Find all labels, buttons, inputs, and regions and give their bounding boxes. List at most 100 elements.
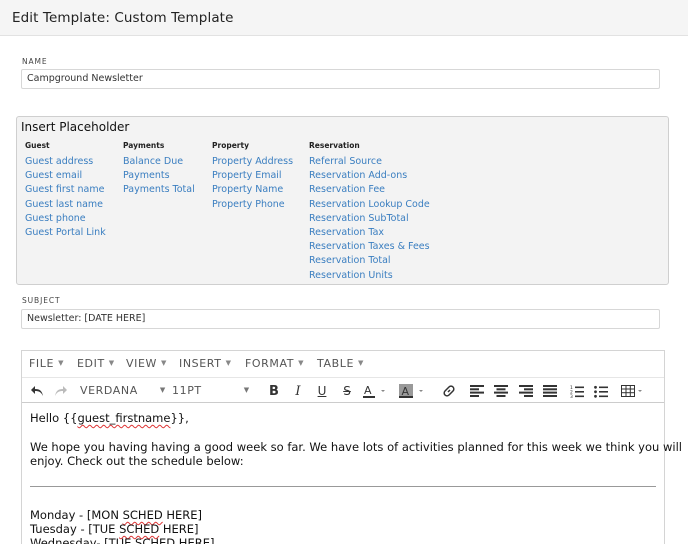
align-left-icon[interactable] [468, 382, 486, 400]
placeholder-column-guest: Guest Guest address Guest email Guest fi… [25, 141, 106, 240]
italic-icon[interactable]: I [289, 382, 307, 400]
schedule-line-monday: Monday - [MON SCHED HERE] [30, 508, 202, 522]
chevron-down-icon: ▼ [298, 359, 305, 367]
page-title: Edit Template: Custom Template [12, 10, 234, 26]
placeholder-property-address[interactable]: Property Address [212, 155, 293, 169]
placeholder-guest-portal-link[interactable]: Guest Portal Link [25, 226, 106, 240]
placeholder-property-name[interactable]: Property Name [212, 183, 293, 197]
placeholder-column-heading: Reservation [309, 141, 360, 150]
font-size-select[interactable]: 11PT ▼ [172, 384, 250, 397]
menu-insert-label: INSERT [179, 357, 222, 370]
paragraph-line: enjoy. Check out the schedule below: [30, 454, 244, 468]
undo-icon[interactable] [28, 382, 46, 400]
placeholder-balance-due[interactable]: Balance Due [123, 155, 195, 169]
chevron-down-icon: ▼ [161, 359, 167, 367]
placeholder-reservation-total[interactable]: Reservation Total [309, 254, 430, 268]
schedule-line-tuesday: Tuesday - [TUE SCHED HERE] [30, 522, 199, 536]
bullet-list-icon[interactable] [592, 382, 610, 400]
font-size-value: 11PT [172, 384, 202, 397]
placeholder-column-property: Property Property Address Property Email… [212, 141, 293, 212]
paragraph-line: We hope you having having a good week so… [30, 440, 682, 454]
name-label: NAME [22, 57, 48, 66]
schedule-text: HERE] [159, 522, 199, 536]
subject-input[interactable]: Newsletter: [DATE HERE] [21, 309, 660, 329]
align-right-icon[interactable] [517, 382, 535, 400]
menu-table-label: TABLE [317, 357, 355, 370]
text-color-icon[interactable]: A [362, 382, 390, 400]
insert-placeholder-panel: Insert Placeholder Guest Guest address G… [16, 116, 669, 285]
placeholder-reservation-lookup-code[interactable]: Reservation Lookup Code [309, 198, 430, 212]
placeholder-reservation-subtotal[interactable]: Reservation SubTotal [309, 212, 430, 226]
placeholder-guest-first-name[interactable]: Guest first name [25, 183, 106, 197]
placeholder-guest-email[interactable]: Guest email [25, 169, 106, 183]
bold-icon[interactable]: B [265, 382, 283, 400]
schedule-text: Wednesday- [TUE [30, 536, 136, 544]
placeholder-guest-last-name[interactable]: Guest last name [25, 198, 106, 212]
placeholder-reservation-taxes-fees[interactable]: Reservation Taxes & Fees [309, 240, 430, 254]
name-input[interactable]: Campground Newsletter [21, 69, 660, 89]
placeholder-property-email[interactable]: Property Email [212, 169, 293, 183]
greeting-text: }}, [170, 411, 189, 425]
schedule-text: HERE] [175, 536, 215, 544]
menu-file[interactable]: FILE ▼ [29, 357, 64, 370]
svg-text:3: 3 [570, 394, 573, 398]
placeholder-reservation-addons[interactable]: Reservation Add-ons [309, 169, 430, 183]
placeholder-column-heading: Property [212, 141, 249, 150]
placeholder-reservation-tax[interactable]: Reservation Tax [309, 226, 430, 240]
rich-text-editor: FILE ▼ EDIT ▼ VIEW ▼ INSERT ▼ FORMAT ▼ TABLE ▼… [21, 350, 682, 544]
schedule-line-wednesday: Wednesday- [TUE SCHED HERE] [30, 536, 214, 544]
table-icon[interactable] [620, 382, 646, 400]
placeholder-column-reservation: Reservation Referral Source Reservation … [309, 141, 430, 283]
schedule-text: HERE] [162, 508, 203, 522]
highlight-color-icon[interactable]: A [398, 382, 428, 400]
menu-table[interactable]: TABLE ▼ [317, 357, 364, 370]
greeting-line: Hello {{guest_firstname}}, [30, 411, 189, 425]
strikethrough-icon[interactable]: S [338, 382, 356, 400]
placeholder-property-phone[interactable]: Property Phone [212, 198, 293, 212]
subject-label: SUBJECT [22, 296, 61, 305]
menu-format-label: FORMAT [245, 357, 295, 370]
align-center-icon[interactable] [492, 382, 510, 400]
link-icon[interactable] [440, 382, 458, 400]
spellcheck-word: guest_firstname [77, 411, 171, 425]
redo-icon[interactable] [52, 382, 70, 400]
spellcheck-word: SCHED [119, 522, 160, 536]
placeholder-guest-address[interactable]: Guest address [25, 155, 106, 169]
chevron-down-icon: ▼ [108, 359, 115, 367]
menu-edit-label: EDIT [77, 357, 105, 370]
placeholder-column-heading: Payments [123, 141, 165, 150]
spellcheck-word: SCHED [122, 508, 163, 522]
placeholder-payments-total[interactable]: Payments Total [123, 183, 195, 197]
chevron-down-icon: ▼ [159, 386, 166, 394]
greeting-text: Hello {{ [30, 411, 78, 425]
font-family-select[interactable]: VERDANA ▼ [80, 384, 166, 397]
placeholder-column-heading: Guest [25, 141, 50, 150]
placeholder-reservation-units[interactable]: Reservation Units [309, 269, 430, 283]
placeholder-reservation-fee[interactable]: Reservation Fee [309, 183, 430, 197]
editor-toolbar: VERDANA ▼ 11PT ▼ B I U S A A 123 [22, 377, 664, 403]
placeholder-payments[interactable]: Payments [123, 169, 195, 183]
menu-edit[interactable]: EDIT ▼ [77, 357, 115, 370]
schedule-text: Monday - [MON [30, 508, 123, 522]
menu-view-label: VIEW [126, 357, 157, 370]
underline-icon[interactable]: U [313, 382, 331, 400]
align-justify-icon[interactable] [541, 382, 559, 400]
menu-insert[interactable]: INSERT ▼ [179, 357, 232, 370]
menu-file-label: FILE [29, 357, 55, 370]
placeholder-column-payments: Payments Balance Due Payments Payments T… [123, 141, 195, 198]
spellcheck-word: SCHED [135, 536, 176, 544]
page-header: Edit Template: Custom Template [0, 0, 688, 36]
svg-text:A: A [364, 384, 372, 397]
editor-menubar: FILE ▼ EDIT ▼ VIEW ▼ INSERT ▼ FORMAT ▼ TABLE ▼ [22, 351, 664, 377]
chevron-down-icon: ▼ [225, 359, 232, 367]
schedule-text: Tuesday - [TUE [30, 522, 120, 536]
numbered-list-icon[interactable]: 123 [568, 382, 586, 400]
font-family-value: VERDANA [80, 384, 138, 397]
menu-format[interactable]: FORMAT ▼ [245, 357, 304, 370]
placeholder-guest-phone[interactable]: Guest phone [25, 212, 106, 226]
insert-placeholder-title: Insert Placeholder [21, 120, 130, 134]
chevron-down-icon: ▼ [358, 359, 364, 367]
placeholder-referral-source[interactable]: Referral Source [309, 155, 430, 169]
menu-view[interactable]: VIEW ▼ [126, 357, 167, 370]
horizontal-rule [30, 486, 656, 487]
